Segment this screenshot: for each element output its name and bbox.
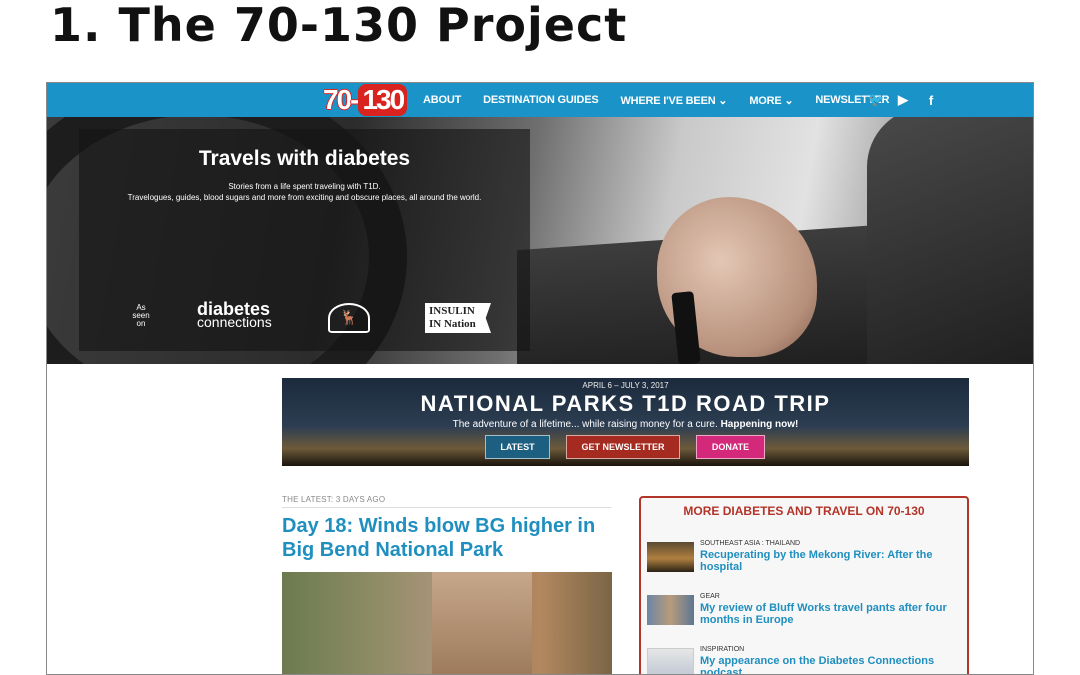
road-trip-banner: APRIL 6 – JULY 3, 2017 NATIONAL PARKS T1…: [282, 378, 969, 466]
social-icons: 🐦 ▶ f: [868, 83, 952, 117]
insulin-logo-bottom: IN Nation: [429, 318, 476, 330]
logo-part-130: 130: [358, 84, 408, 116]
hero-subtitle: Stories from a life spent traveling with…: [79, 181, 530, 203]
top-nav: 70 - 130 ABOUT DESTINATION GUIDES WHERE …: [47, 83, 1033, 117]
slide-title: 1. The 70-130 Project: [50, 0, 628, 52]
twitter-icon[interactable]: 🐦: [868, 92, 884, 108]
sidebar-item-category: GEAR: [700, 593, 720, 600]
sidebar-item-thumbnail[interactable]: [647, 648, 694, 674]
banner-dates: APRIL 6 – JULY 3, 2017: [582, 381, 669, 390]
hero-subtitle-line2: Travelogues, guides, blood sugars and mo…: [127, 193, 482, 202]
sidebar-item-link[interactable]: My review of Bluff Works travel pants af…: [700, 602, 958, 626]
banner-title: NATIONAL PARKS T1D ROAD TRIP: [420, 391, 831, 416]
nav-item-destination-guides[interactable]: DESTINATION GUIDES: [483, 94, 599, 106]
sidebar-item-link[interactable]: Recuperating by the Mekong River: After …: [700, 549, 958, 573]
hero-title: Travels with diabetes: [198, 147, 411, 170]
sidebar-item-category: INSPIRATION: [700, 646, 745, 653]
latest-post-title[interactable]: Day 18: Winds blow BG higher in Big Bend…: [282, 514, 612, 562]
banner-subtitle: The adventure of a lifetime... while rai…: [282, 419, 969, 430]
banner-subtitle-text: The adventure of a lifetime... while rai…: [452, 419, 718, 430]
diabetes-connections-logo[interactable]: diabetes connections: [197, 300, 272, 330]
sidebar-item-thumbnail[interactable]: [647, 542, 694, 572]
latest-post-image[interactable]: [282, 572, 612, 674]
donate-button[interactable]: DONATE: [696, 435, 765, 459]
insulin-logo-top: INSULIN: [429, 305, 475, 317]
nav-item-about[interactable]: ABOUT: [423, 94, 461, 106]
youtube-icon[interactable]: ▶: [896, 92, 910, 108]
latest-button[interactable]: LATEST: [485, 435, 550, 459]
as-seen-on-label: As seen on: [132, 303, 150, 328]
sidebar-item-link[interactable]: My appearance on the Diabetes Connection…: [700, 655, 958, 674]
latest-label: THE LATEST: 3 DAYS AGO: [282, 495, 611, 508]
nav-item-more[interactable]: MORE ⌄: [749, 94, 793, 107]
deer-logo-icon[interactable]: 🦌: [328, 303, 370, 333]
sleeve-graphic: [867, 117, 1033, 364]
more-diabetes-sidebar: MORE DIABETES AND TRAVEL ON 70-130 SOUTH…: [639, 496, 969, 674]
site-logo[interactable]: 70 - 130: [323, 84, 408, 116]
banner-subtitle-bold: Happening now!: [720, 419, 799, 430]
get-newsletter-button[interactable]: GET NEWSLETTER: [566, 435, 680, 459]
sidebar-item-category: SOUTHEAST ASIA : THAILAND: [700, 540, 801, 547]
nav-item-where-ive-been[interactable]: WHERE I'VE BEEN ⌄: [620, 94, 727, 107]
facebook-icon[interactable]: f: [924, 93, 938, 108]
browser-screenshot: 70 - 130 ABOUT DESTINATION GUIDES WHERE …: [46, 82, 1034, 675]
hero-overlay-box: Travels with diabetes Stories from a lif…: [79, 129, 530, 351]
hero-subtitle-line1: Stories from a life spent traveling with…: [228, 182, 381, 191]
sidebar-item-thumbnail[interactable]: [647, 595, 694, 625]
nav-menu: ABOUT DESTINATION GUIDES WHERE I'VE BEEN…: [423, 83, 911, 117]
sidebar-title: MORE DIABETES AND TRAVEL ON 70-130: [683, 504, 925, 518]
logo-part-70: 70: [323, 84, 352, 115]
dc-logo-bottom: connections: [197, 314, 272, 330]
hero-image: Travels with diabetes Stories from a lif…: [47, 117, 1033, 364]
insulin-nation-logo[interactable]: INSULIN IN Nation: [425, 303, 491, 333]
logo-dash: -: [350, 84, 359, 115]
